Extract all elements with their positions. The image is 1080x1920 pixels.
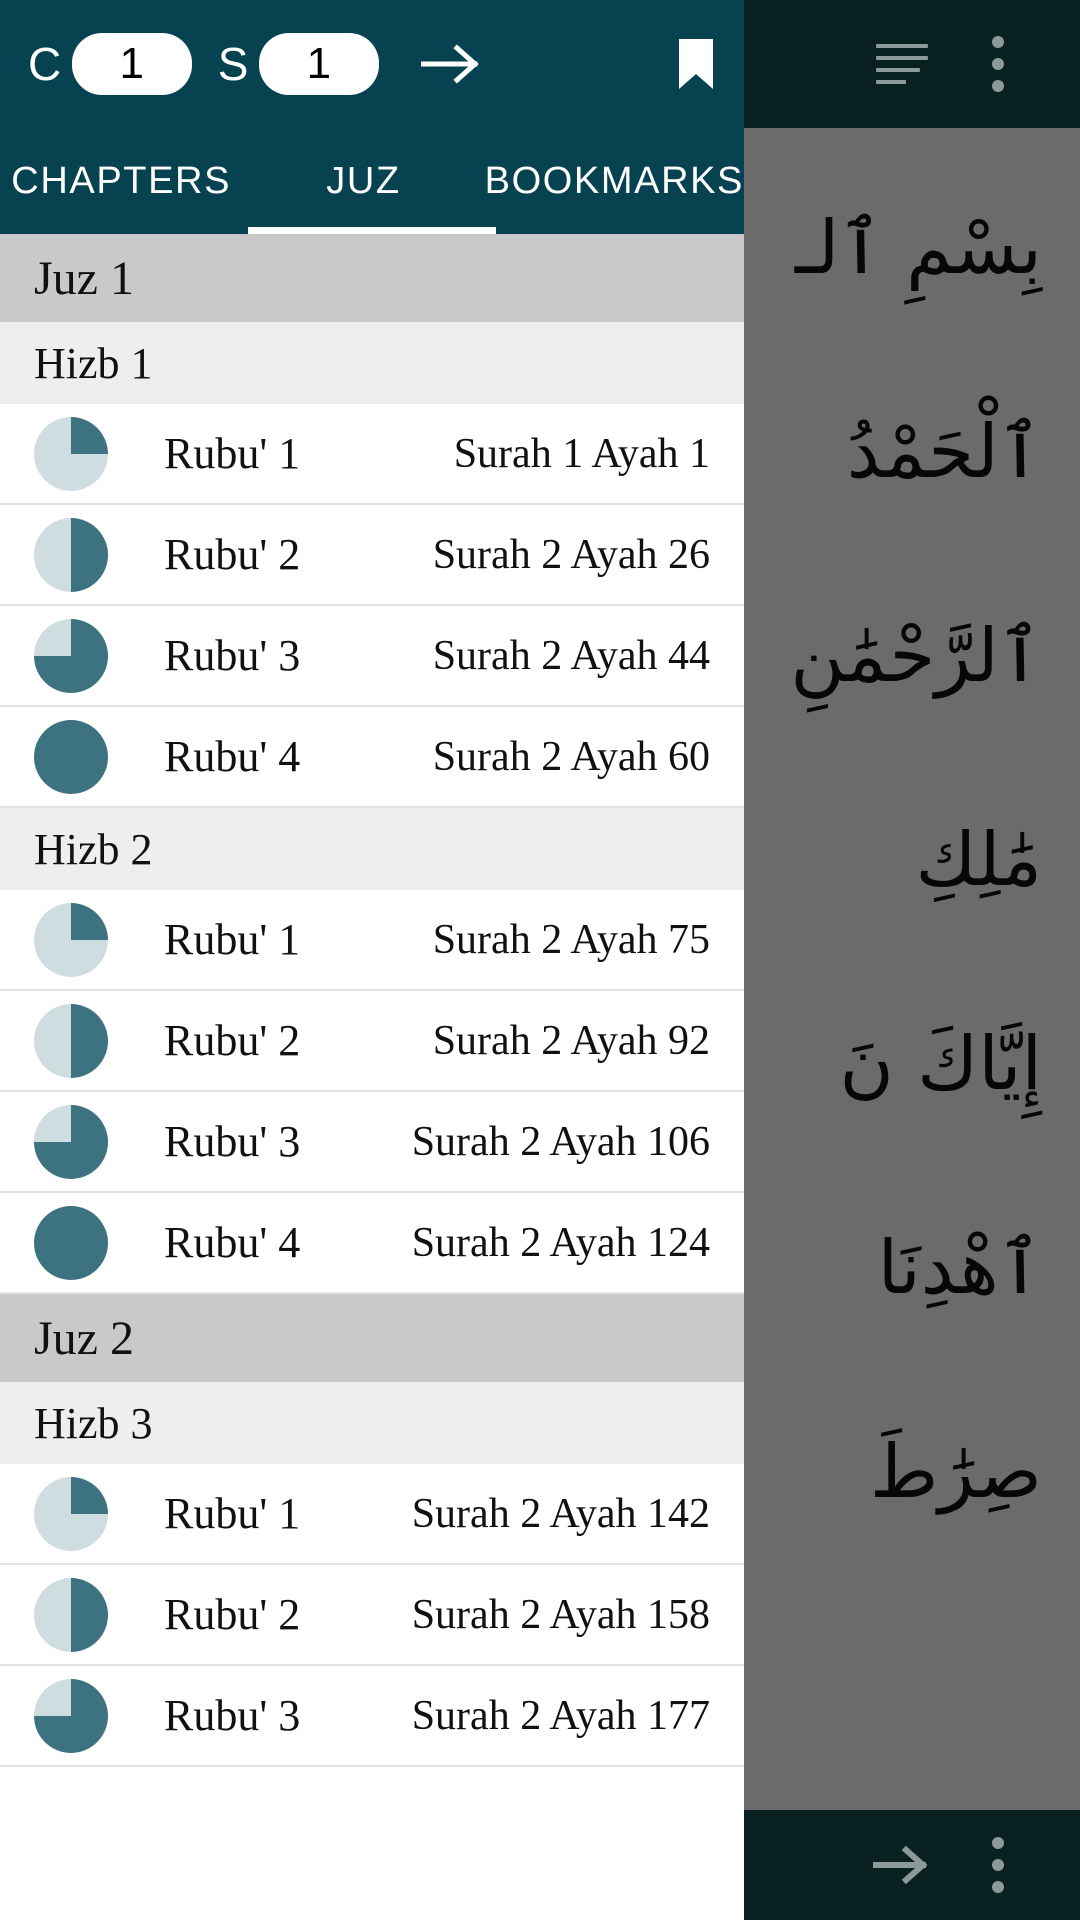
rubu-label: Rubu' 3 xyxy=(164,1691,301,1740)
rubu-list-item[interactable]: Rubu' 4 Surah 2 Ayah 124 xyxy=(0,1193,744,1294)
more-vert-icon xyxy=(992,1837,1004,1893)
rubu-label: Rubu' 3 xyxy=(164,1117,301,1166)
rubu-list-item[interactable]: Rubu' 1 Surah 2 Ayah 142 xyxy=(0,1464,744,1565)
rubu-surah-ayah-reference: Surah 2 Ayah 60 xyxy=(432,733,710,780)
rubu-surah-ayah-reference: Surah 2 Ayah 92 xyxy=(432,1017,710,1064)
rubu-progress-pie-icon xyxy=(34,416,108,491)
rubu-label: Rubu' 1 xyxy=(164,915,301,964)
rubu-label: Rubu' 1 xyxy=(164,429,301,478)
rubu-label: Rubu' 4 xyxy=(164,732,301,781)
rubu-label: Rubu' 2 xyxy=(164,1016,301,1065)
rubu-label: Rubu' 3 xyxy=(164,631,301,680)
surah-label: S xyxy=(217,38,249,90)
reader-overflow-menu-button[interactable] xyxy=(950,0,1046,128)
rubu-list-item[interactable]: Rubu' 2 Surah 2 Ayah 26 xyxy=(0,505,744,606)
rubu-surah-ayah-reference: Surah 2 Ayah 142 xyxy=(411,1490,710,1537)
rubu-label: Rubu' 2 xyxy=(164,530,301,579)
hizb-section-header: Hizb 1 xyxy=(0,322,744,404)
rubu-surah-ayah-reference: Surah 2 Ayah 106 xyxy=(411,1118,710,1165)
tab-bookmarks[interactable]: BOOKMARKS xyxy=(485,128,744,234)
arrow-right-icon xyxy=(420,44,479,84)
juz-section-header: Juz 1 xyxy=(0,234,744,322)
rubu-surah-ayah-reference: Surah 2 Ayah 26 xyxy=(432,531,710,578)
rubu-progress-pie-icon xyxy=(34,1678,108,1753)
chapter-input[interactable]: 1 xyxy=(71,33,192,95)
rubu-list-item[interactable]: Rubu' 3 Surah 2 Ayah 106 xyxy=(0,1092,744,1193)
arrow-right-icon xyxy=(873,1845,928,1885)
rubu-list-item[interactable]: Rubu' 2 Surah 2 Ayah 92 xyxy=(0,991,744,1092)
rubu-progress-pie-icon xyxy=(34,1003,108,1078)
rubu-surah-ayah-reference: Surah 2 Ayah 44 xyxy=(432,632,710,679)
list-view-icon xyxy=(876,44,928,84)
rubu-list-item[interactable]: Rubu' 3 Surah 2 Ayah 44 xyxy=(0,606,744,707)
rubu-label: Rubu' 4 xyxy=(164,1218,301,1267)
hizb-section-header: Hizb 3 xyxy=(0,1382,744,1464)
app-root: بِسْمِ ٱلـ ٱلْحَمْدُ ٱلرَّحْمَٰنِ مَٰلِك… xyxy=(0,0,1080,1920)
juz-section-header: Juz 2 xyxy=(0,1294,744,1382)
navigation-drawer: C 1 S 1 CHAPTERS JUZ BOOKMARKS Juz 1 Hiz… xyxy=(0,0,744,1920)
rubu-progress-pie-icon xyxy=(34,1205,108,1280)
rubu-progress-pie-icon xyxy=(34,618,108,693)
rubu-surah-ayah-reference: Surah 1 Ayah 1 xyxy=(453,430,710,477)
rubu-surah-ayah-reference: Surah 2 Ayah 124 xyxy=(411,1219,710,1266)
hizb-section-header: Hizb 2 xyxy=(0,808,744,890)
rubu-progress-pie-icon xyxy=(34,1104,108,1179)
rubu-label: Rubu' 1 xyxy=(164,1489,301,1538)
drawer-header: C 1 S 1 CHAPTERS JUZ BOOKMARKS xyxy=(0,0,744,234)
more-vert-icon xyxy=(992,36,1004,92)
reader-bottom-overflow-menu-button[interactable] xyxy=(950,1810,1046,1920)
rubu-progress-pie-icon xyxy=(34,902,108,977)
jump-to-controls: C 1 S 1 xyxy=(0,0,744,128)
rubu-label: Rubu' 2 xyxy=(164,1590,301,1639)
active-tab-indicator xyxy=(248,227,496,234)
rubu-list-item[interactable]: Rubu' 1 Surah 2 Ayah 75 xyxy=(0,890,744,991)
bookmark-button[interactable] xyxy=(648,0,744,128)
rubu-progress-pie-icon xyxy=(34,517,108,592)
juz-list[interactable]: Juz 1 Hizb 1 Rubu' 1 Surah 1 Ayah 1 Rubu' 2 S… xyxy=(0,234,744,1920)
reader-list-view-button[interactable] xyxy=(854,0,950,128)
surah-input[interactable]: 1 xyxy=(258,33,379,95)
rubu-surah-ayah-reference: Surah 2 Ayah 177 xyxy=(411,1692,710,1739)
rubu-list-item[interactable]: Rubu' 1 Surah 1 Ayah 1 xyxy=(0,404,744,505)
rubu-surah-ayah-reference: Surah 2 Ayah 75 xyxy=(432,916,710,963)
rubu-list-item[interactable]: Rubu' 3 Surah 2 Ayah 177 xyxy=(0,1666,744,1767)
chapter-label: C xyxy=(28,38,62,90)
rubu-progress-pie-icon xyxy=(34,719,108,794)
go-button[interactable] xyxy=(420,41,483,87)
rubu-list-item[interactable]: Rubu' 2 Surah 2 Ayah 158 xyxy=(0,1565,744,1666)
rubu-progress-pie-icon xyxy=(34,1577,108,1652)
rubu-progress-pie-icon xyxy=(34,1476,108,1551)
rubu-surah-ayah-reference: Surah 2 Ayah 158 xyxy=(411,1591,710,1638)
tab-chapters[interactable]: CHAPTERS xyxy=(0,128,242,234)
tab-juz[interactable]: JUZ xyxy=(242,128,484,234)
bookmark-icon xyxy=(679,39,713,89)
reader-next-page-button[interactable] xyxy=(854,1810,950,1920)
rubu-list-item[interactable]: Rubu' 4 Surah 2 Ayah 60 xyxy=(0,707,744,808)
drawer-tabs: CHAPTERS JUZ BOOKMARKS xyxy=(0,128,744,234)
